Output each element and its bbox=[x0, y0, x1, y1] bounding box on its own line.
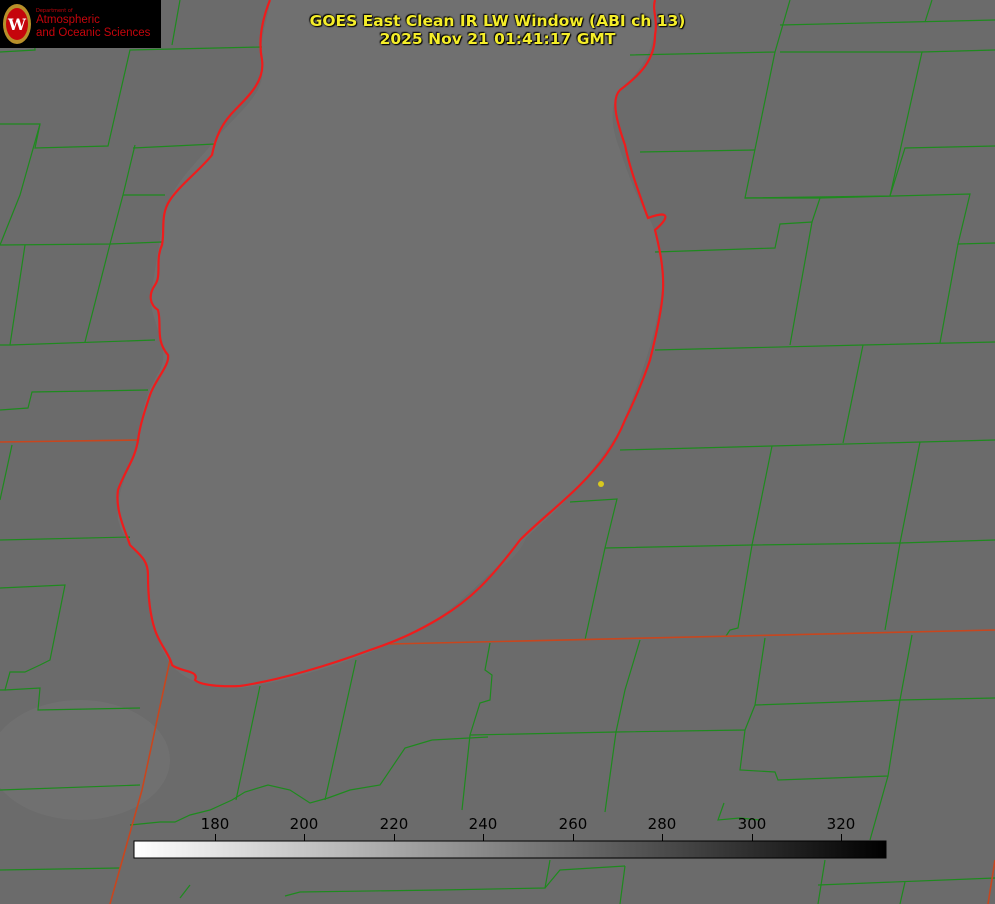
tick-label: 180 bbox=[200, 815, 230, 833]
tick-mark bbox=[752, 834, 753, 841]
tick-mark bbox=[304, 834, 305, 841]
tick-label: 300 bbox=[737, 815, 767, 833]
tick-label: 260 bbox=[558, 815, 588, 833]
tick-label: 240 bbox=[468, 815, 498, 833]
tick-label: 280 bbox=[647, 815, 677, 833]
tick-mark bbox=[841, 834, 842, 841]
tick-mark bbox=[573, 834, 574, 841]
tick-mark bbox=[215, 834, 216, 841]
tick-mark bbox=[394, 834, 395, 841]
title-product: GOES East Clean IR LW Window (ABI ch 13) bbox=[309, 12, 686, 30]
tick-label: 220 bbox=[379, 815, 409, 833]
tick-mark bbox=[483, 834, 484, 841]
tick-label: 320 bbox=[826, 815, 856, 833]
tick-label: 200 bbox=[289, 815, 319, 833]
location-marker bbox=[598, 481, 604, 487]
image-title: GOES East Clean IR LW Window (ABI ch 13)… bbox=[0, 12, 995, 48]
tick-mark bbox=[662, 834, 663, 841]
satellite-map[interactable] bbox=[0, 0, 995, 904]
title-timestamp: 2025 Nov 21 01:41:17 GMT bbox=[379, 30, 616, 48]
colorbar bbox=[133, 840, 887, 859]
